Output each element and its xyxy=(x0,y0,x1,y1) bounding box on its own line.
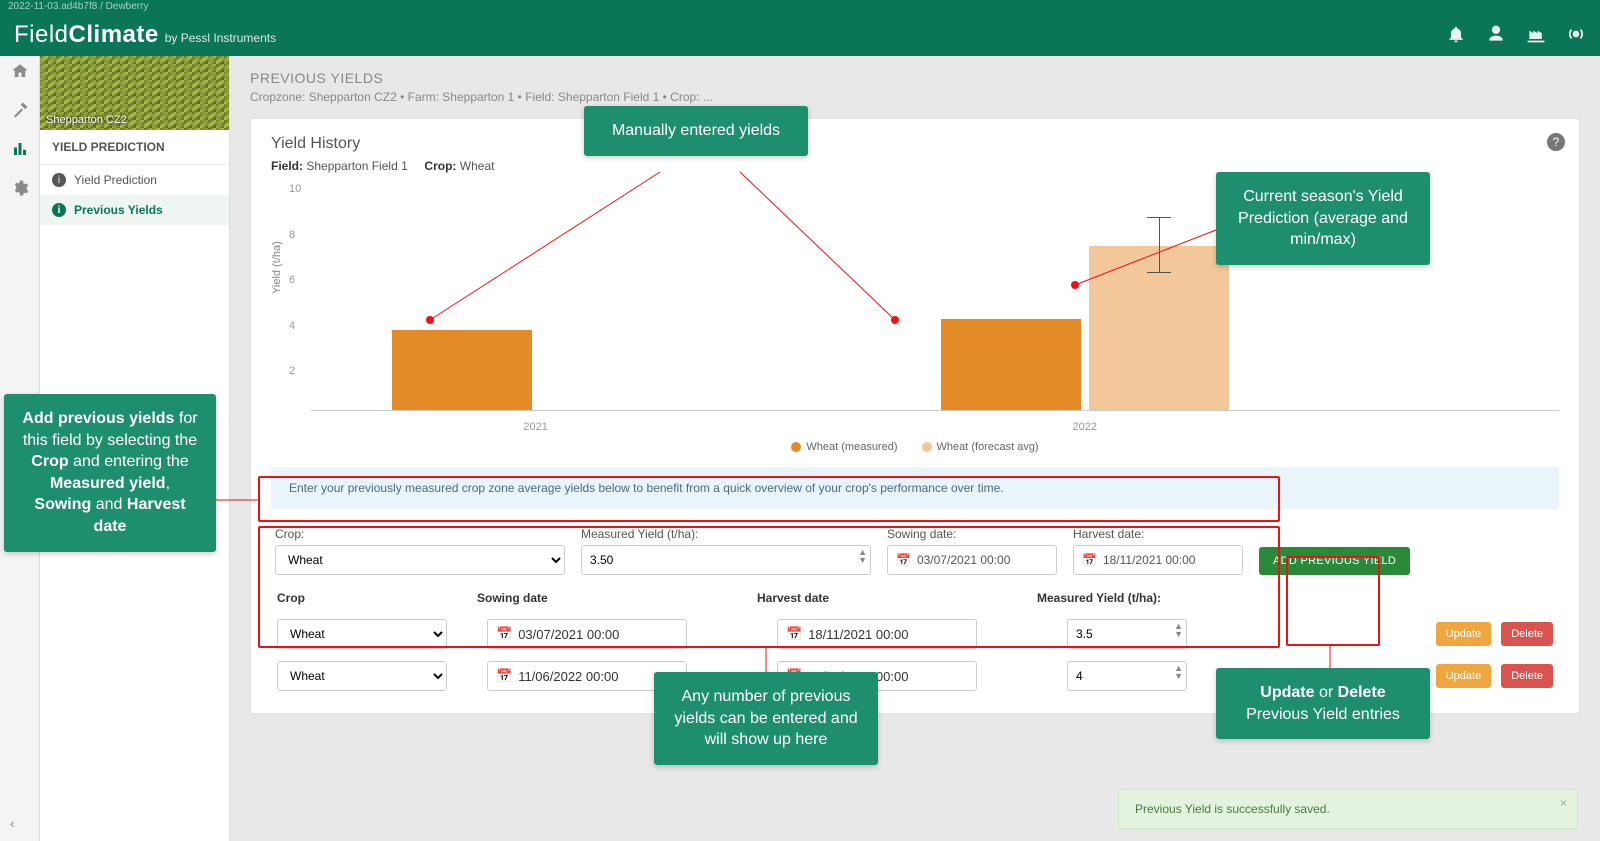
bell-icon[interactable] xyxy=(1446,24,1466,47)
anno-prediction: Current season's Yield Prediction (avera… xyxy=(1216,172,1430,265)
measured-yield-label: Measured Yield (t/ha): xyxy=(581,527,871,541)
measured-yield-input[interactable] xyxy=(581,545,871,575)
field-image[interactable]: Shepparton CZ2 xyxy=(40,56,229,130)
harvest-date-label: Harvest date: xyxy=(1073,527,1243,541)
field-label: Field: xyxy=(271,159,303,173)
logo-word2: Climate xyxy=(69,21,159,48)
table-row: Wheat📅03/07/2021 00:00📅18/11/2021 00:00▲… xyxy=(271,613,1559,655)
sidebar-item-label: Previous Yields xyxy=(74,203,163,217)
logo-sub: by Pessl Instruments xyxy=(165,31,276,45)
page-title: PREVIOUS YIELDS xyxy=(250,70,1580,86)
field-image-label: Shepparton CZ2 xyxy=(46,114,127,126)
anno-update-delete: Update or Delete Previous Yield entries xyxy=(1216,668,1430,739)
tools-icon[interactable] xyxy=(11,101,29,122)
row-harvest-date[interactable]: 📅18/11/2021 00:00 xyxy=(777,619,977,649)
chart-legend: Wheat (measured)Wheat (forecast avg) xyxy=(271,441,1559,453)
update-button[interactable]: Update xyxy=(1436,622,1491,646)
harvest-date-input[interactable]: 📅 18/11/2021 00:00 xyxy=(1073,545,1243,575)
logo: FieldClimate by Pessl Instruments xyxy=(14,21,276,49)
chart-icon[interactable] xyxy=(11,140,29,161)
th-measured: Measured Yield (t/ha): xyxy=(1037,591,1553,605)
version-strip: 2022-11-03.ad4b7f8 / Dewberry xyxy=(0,0,1600,14)
th-crop: Crop xyxy=(277,591,477,605)
success-toast: Previous Yield is successfully saved. × xyxy=(1118,789,1578,829)
crop-select-label: Crop: xyxy=(275,527,565,541)
add-previous-yield-button[interactable]: ADD PREVIOUS YIELD xyxy=(1259,547,1410,575)
calendar-icon: 📅 xyxy=(496,626,512,642)
th-harvest: Harvest date xyxy=(757,591,1037,605)
breadcrumb: PREVIOUS YIELDS Cropzone: Shepparton CZ2… xyxy=(250,56,1580,110)
home-icon[interactable] xyxy=(11,62,29,83)
sidebar-item-yield-prediction[interactable]: iYield Prediction xyxy=(40,165,229,195)
y-axis-label: Yield (t/ha) xyxy=(271,241,283,294)
help-icon[interactable]: ? xyxy=(1547,133,1565,151)
calendar-icon: 📅 xyxy=(496,668,512,684)
row-measured-input[interactable] xyxy=(1067,661,1187,691)
calendar-icon: 📅 xyxy=(1082,553,1097,567)
sowing-date-input[interactable]: 📅 03/07/2021 00:00 xyxy=(887,545,1057,575)
harvest-date-value: 18/11/2021 00:00 xyxy=(1103,553,1196,567)
sidebar-heading: YIELD PREDICTION xyxy=(40,130,229,165)
crop-value: Wheat xyxy=(460,159,495,173)
close-icon[interactable]: × xyxy=(1560,796,1567,810)
field-value: Shepparton Field 1 xyxy=(306,159,407,173)
yield-table-header: Crop Sowing date Harvest date Measured Y… xyxy=(271,579,1559,613)
th-sowing: Sowing date xyxy=(477,591,757,605)
breadcrumb-path: Cropzone: Shepparton CZ2 • Farm: Sheppar… xyxy=(250,90,1580,104)
update-button[interactable]: Update xyxy=(1436,664,1491,688)
factory-icon[interactable] xyxy=(1526,24,1546,47)
sowing-date-value: 03/07/2021 00:00 xyxy=(917,553,1010,567)
crop-label: Crop: xyxy=(424,159,456,173)
anno-manual-yields: Manually entered yields xyxy=(584,106,808,156)
broadcast-icon[interactable] xyxy=(1566,24,1586,47)
row-sowing-date[interactable]: 📅03/07/2021 00:00 xyxy=(487,619,687,649)
collapse-icon[interactable]: ‹ xyxy=(10,815,15,831)
toast-text: Previous Yield is successfully saved. xyxy=(1135,802,1330,816)
anno-add-yields: Add previous yields for this field by se… xyxy=(4,394,216,552)
row-crop-select[interactable]: Wheat xyxy=(277,619,447,649)
calendar-icon: 📅 xyxy=(786,626,802,642)
sidebar-item-previous-yields[interactable]: iPrevious Yields xyxy=(40,195,229,225)
crop-select[interactable]: Wheat xyxy=(275,545,565,575)
app-header: FieldClimate by Pessl Instruments xyxy=(0,14,1600,56)
delete-button[interactable]: Delete xyxy=(1501,622,1553,646)
add-yield-form: Crop: Wheat Measured Yield (t/ha): ▲▼ So… xyxy=(271,523,1559,579)
anno-table-rows: Any number of previous yields can be ent… xyxy=(654,672,878,765)
sowing-date-label: Sowing date: xyxy=(887,527,1057,541)
user-icon[interactable] xyxy=(1486,24,1506,47)
row-measured-input[interactable] xyxy=(1067,619,1187,649)
sidebar-item-label: Yield Prediction xyxy=(74,173,157,187)
gear-icon[interactable] xyxy=(11,179,29,200)
card-title: Yield History xyxy=(271,135,1559,153)
calendar-icon: 📅 xyxy=(896,553,911,567)
info-banner: Enter your previously measured crop zone… xyxy=(271,467,1559,509)
delete-button[interactable]: Delete xyxy=(1501,664,1553,688)
logo-word1: Field xyxy=(14,21,69,48)
row-crop-select[interactable]: Wheat xyxy=(277,661,447,691)
